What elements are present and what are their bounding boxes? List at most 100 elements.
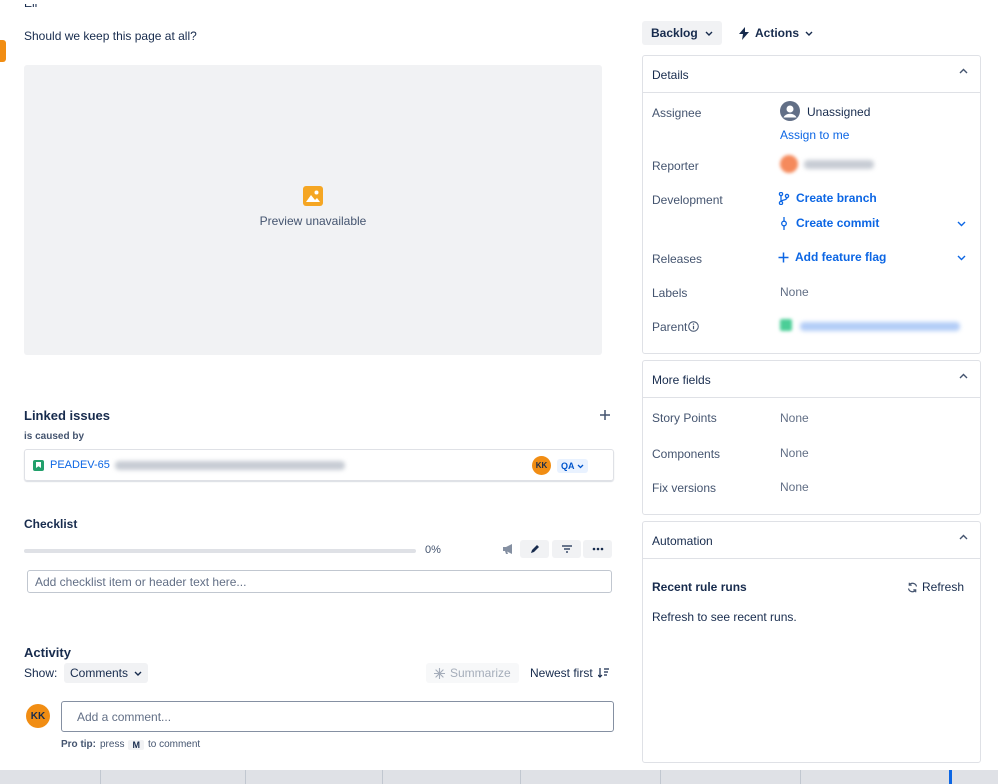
releases-label: Releases bbox=[652, 252, 703, 266]
linked-issue-row[interactable]: PEADEV-65 KK QA bbox=[24, 449, 614, 481]
add-link-button[interactable] bbox=[598, 408, 612, 422]
chevron-down-icon bbox=[577, 464, 583, 468]
keyboard-shortcut-key: M bbox=[128, 739, 144, 750]
megaphone-icon bbox=[503, 544, 512, 554]
info-icon[interactable] bbox=[688, 321, 699, 332]
sort-order-button[interactable]: Newest first bbox=[530, 663, 609, 683]
chevron-down-icon bbox=[134, 671, 142, 676]
issue-side-column: Backlog Actions Details Assignee Unassig… bbox=[642, 0, 982, 770]
fix-versions-label: Fix versions bbox=[652, 481, 717, 495]
activity-filter-dropdown[interactable]: Comments bbox=[64, 663, 149, 683]
status-transition-button[interactable]: Backlog bbox=[642, 21, 722, 45]
story-icon bbox=[33, 460, 44, 471]
chevron-down-icon bbox=[805, 31, 813, 36]
more-fields-panel: More fields Story Points None Components… bbox=[642, 360, 981, 515]
plus-icon bbox=[600, 410, 610, 420]
chevron-up-icon bbox=[959, 373, 968, 379]
actions-button[interactable]: Actions bbox=[735, 21, 817, 45]
activity-title: Activity bbox=[24, 645, 71, 660]
summarize-label: Summarize bbox=[450, 666, 511, 680]
board-column-divider bbox=[382, 770, 383, 784]
show-label: Show: bbox=[24, 666, 58, 680]
refresh-icon bbox=[907, 582, 918, 592]
chevron-down-icon[interactable] bbox=[957, 221, 966, 227]
board-column-divider bbox=[660, 770, 661, 784]
automation-panel-header[interactable]: Automation bbox=[643, 522, 980, 559]
add-feature-flag-link[interactable]: Add feature flag bbox=[778, 250, 886, 264]
checklist-title: Checklist bbox=[24, 517, 78, 531]
pro-tip-press: press bbox=[100, 739, 125, 750]
comment-input[interactable] bbox=[61, 701, 614, 732]
recent-rule-runs-heading: Recent rule runs bbox=[652, 580, 747, 594]
checklist-progress-bar bbox=[24, 549, 416, 553]
automation-title: Automation bbox=[652, 534, 713, 548]
checklist-more-button[interactable] bbox=[583, 540, 612, 558]
refresh-button[interactable]: Refresh bbox=[907, 580, 964, 594]
assignee-value[interactable]: Unassigned bbox=[807, 105, 870, 119]
filter-icon bbox=[561, 545, 572, 553]
board-column-divider bbox=[100, 770, 101, 784]
issue-main-column: Ell Should we keep this page at all? Pre… bbox=[24, 0, 618, 770]
assign-to-me-link[interactable]: Assign to me bbox=[780, 128, 849, 142]
automation-empty-text: Refresh to see recent runs. bbox=[652, 610, 797, 624]
sort-icon bbox=[597, 668, 609, 678]
components-value[interactable]: None bbox=[780, 446, 809, 460]
checklist-item-input[interactable] bbox=[27, 570, 612, 593]
pencil-icon bbox=[530, 545, 539, 553]
image-icon bbox=[303, 186, 323, 206]
more-icon bbox=[592, 547, 603, 551]
background-board-columns bbox=[0, 770, 998, 784]
refresh-label: Refresh bbox=[922, 580, 965, 594]
chevron-up-icon bbox=[959, 68, 968, 74]
background-card-marker bbox=[0, 40, 6, 62]
linked-issue-key[interactable]: PEADEV-65 bbox=[50, 459, 110, 471]
create-commit-link[interactable]: Create commit bbox=[778, 216, 879, 230]
chevron-down-icon[interactable] bbox=[957, 255, 966, 261]
checklist-progress-label: 0% bbox=[425, 544, 441, 556]
components-label: Components bbox=[652, 447, 721, 461]
sort-order-label: Newest first bbox=[530, 666, 593, 680]
summarize-button[interactable]: Summarize bbox=[426, 663, 519, 683]
description-text: Should we keep this page at all? bbox=[24, 29, 197, 43]
labels-value[interactable]: None bbox=[780, 285, 809, 299]
board-column-divider bbox=[245, 770, 246, 784]
status-lozenge[interactable]: QA bbox=[557, 459, 588, 473]
commit-icon bbox=[781, 216, 787, 230]
story-points-value[interactable]: None bbox=[780, 411, 809, 425]
more-fields-panel-header[interactable]: More fields bbox=[643, 361, 980, 398]
actions-button-label: Actions bbox=[755, 26, 800, 40]
create-commit-label: Create commit bbox=[796, 216, 880, 230]
attachment-preview[interactable]: Preview unavailable bbox=[24, 65, 602, 355]
board-column-divider bbox=[800, 770, 801, 784]
status-label: QA bbox=[561, 461, 575, 471]
fix-versions-value[interactable]: None bbox=[780, 480, 809, 494]
chevron-down-icon bbox=[705, 31, 713, 36]
parent-issue-icon-redacted bbox=[780, 319, 792, 331]
link-relation-label: is caused by bbox=[24, 431, 85, 442]
filter-checklist-button[interactable] bbox=[552, 540, 581, 558]
create-branch-link[interactable]: Create branch bbox=[778, 191, 877, 205]
branch-icon bbox=[778, 191, 790, 205]
user-avatar-icon bbox=[780, 101, 800, 121]
details-title: Details bbox=[652, 68, 689, 82]
announce-button[interactable] bbox=[501, 541, 517, 557]
edit-checklist-button[interactable] bbox=[520, 540, 549, 558]
plus-icon bbox=[778, 252, 789, 262]
development-label: Development bbox=[652, 193, 723, 207]
chevron-up-icon bbox=[959, 534, 968, 540]
reporter-name-redacted bbox=[804, 160, 874, 169]
parent-label: Parent bbox=[652, 320, 688, 334]
assignee-avatar: KK bbox=[532, 456, 551, 475]
details-panel-header[interactable]: Details bbox=[643, 56, 980, 93]
issue-modal: Ell Should we keep this page at all? Pre… bbox=[8, 0, 998, 770]
status-button-label: Backlog bbox=[651, 26, 698, 40]
activity-filter-label: Comments bbox=[70, 666, 129, 680]
more-fields-title: More fields bbox=[652, 373, 711, 387]
linked-issues-title: Linked issues bbox=[24, 408, 110, 423]
lightning-icon bbox=[739, 26, 749, 40]
pro-tip-suffix: to comment bbox=[147, 739, 201, 750]
clipped-text: Ell bbox=[24, 4, 64, 10]
add-feature-flag-label: Add feature flag bbox=[795, 250, 887, 264]
story-points-label: Story Points bbox=[652, 411, 717, 425]
parent-issue-redacted[interactable] bbox=[800, 322, 960, 331]
